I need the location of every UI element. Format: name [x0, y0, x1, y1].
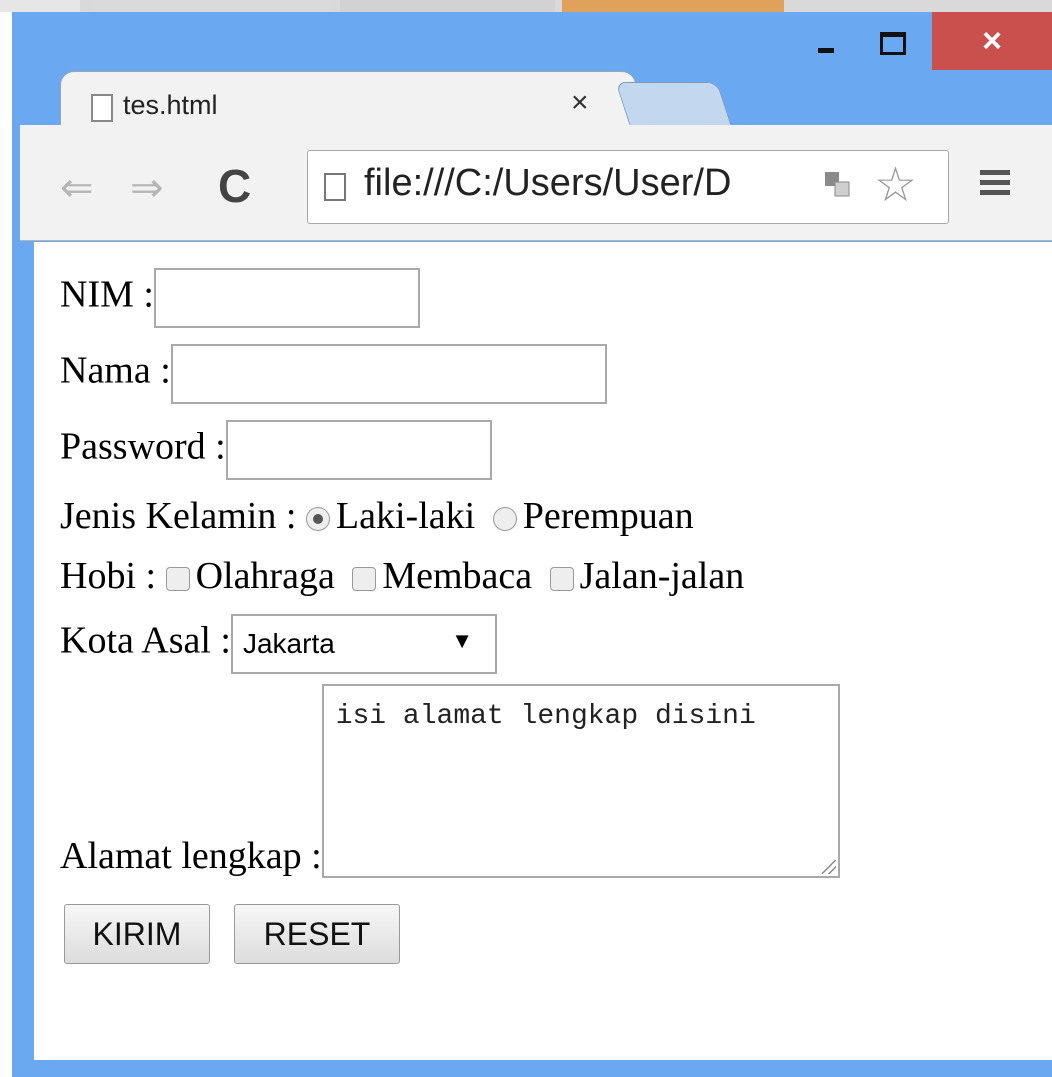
nama-input[interactable] — [170, 344, 607, 404]
page-icon — [91, 94, 113, 122]
browser-toolbar: ⇐ ⇒ C file:///C:/Users/User/D ☆ — [20, 125, 1052, 241]
taskbar-segment — [92, 0, 332, 12]
page-content: NIM : Nama : Password : Jenis Kelamin : … — [34, 242, 1052, 1060]
hobby-option-label: Olahraga — [195, 555, 335, 597]
submit-button[interactable]: KIRIM — [64, 904, 210, 964]
password-label: Password : — [60, 425, 226, 468]
nim-row: NIM : — [60, 268, 420, 328]
gender-radio-laki-laki[interactable] — [305, 507, 330, 532]
gender-label: Jenis Kelamin : — [60, 495, 297, 537]
minimize-button[interactable] — [796, 12, 854, 70]
resize-grip-icon[interactable] — [821, 860, 836, 874]
address-text: isi alamat lengkap disini — [335, 701, 756, 732]
reload-icon[interactable]: C — [218, 159, 251, 213]
taskbar-segment — [340, 0, 555, 12]
url-text[interactable]: file:///C:/Users/User/D — [364, 162, 804, 205]
taskbar-strip — [0, 0, 1052, 12]
hobby-row: Hobi : Olahraga Membaca Jalan-jalan — [60, 554, 744, 598]
hobby-option-label: Jalan-jalan — [579, 555, 745, 597]
gender-option-label: Perempuan — [522, 495, 694, 537]
reset-button[interactable]: RESET — [234, 904, 400, 964]
window-bottom-edge — [20, 1060, 1052, 1077]
address-label: Alamat lengkap : — [60, 835, 322, 877]
close-window-button[interactable]: × — [932, 12, 1052, 70]
close-icon: × — [982, 22, 1002, 60]
nama-row: Nama : — [60, 344, 607, 404]
minimize-icon — [818, 48, 834, 53]
password-input[interactable] — [225, 420, 492, 480]
city-select[interactable]: Jakarta ▼ — [230, 614, 497, 674]
city-selected-value: Jakarta — [242, 628, 335, 659]
hobby-label: Hobi : — [60, 555, 157, 597]
address-row: Alamat lengkap : isi alamat lengkap disin… — [60, 684, 840, 878]
hobby-option-label: Membaca — [382, 555, 533, 597]
address-bar[interactable]: file:///C:/Users/User/D ☆ — [307, 150, 949, 224]
maximize-button[interactable] — [860, 12, 926, 70]
gender-radio-perempuan[interactable] — [492, 507, 517, 532]
address-textarea[interactable]: isi alamat lengkap disini — [321, 684, 840, 878]
password-row: Password : — [60, 420, 492, 480]
forward-arrow-icon[interactable]: ⇒ — [130, 165, 164, 211]
gender-row: Jenis Kelamin : Laki-laki Perempuan — [60, 494, 694, 538]
taskbar-segment — [562, 0, 784, 12]
star-icon[interactable]: ☆ — [874, 157, 917, 213]
hobby-checkbox-membaca[interactable] — [352, 567, 377, 592]
maximize-icon — [880, 32, 906, 55]
translate-icon[interactable] — [824, 171, 850, 197]
menu-icon[interactable] — [980, 170, 1010, 200]
taskbar-segment — [0, 0, 80, 12]
back-arrow-icon[interactable]: ⇐ — [60, 165, 94, 211]
dropdown-arrow-icon: ▼ — [451, 628, 473, 653]
gender-option-label: Laki-laki — [335, 495, 476, 537]
nim-input[interactable] — [153, 268, 420, 328]
nama-label: Nama : — [60, 349, 171, 392]
city-label: Kota Asal : — [60, 619, 231, 662]
hobby-checkbox-jalan-jalan[interactable] — [549, 567, 574, 592]
tab-title: tes.html — [123, 90, 218, 120]
hobby-checkbox-olahraga[interactable] — [165, 567, 190, 592]
nim-label: NIM : — [60, 273, 154, 316]
page-icon — [324, 173, 346, 201]
tab-close-icon[interactable]: × — [571, 86, 589, 120]
city-row: Kota Asal : Jakarta ▼ — [60, 614, 497, 674]
